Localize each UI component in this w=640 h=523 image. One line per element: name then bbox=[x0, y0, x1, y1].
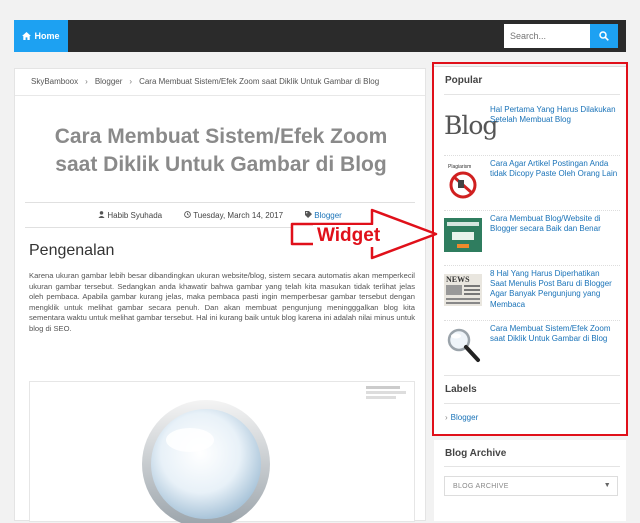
home-button[interactable]: Home bbox=[14, 20, 68, 52]
divider bbox=[25, 202, 415, 203]
post-paragraph: Karena ukuran gambar lebih besar dibandi… bbox=[29, 271, 415, 333]
post-date: Tuesday, March 14, 2017 bbox=[184, 211, 283, 220]
post-date-text: Tuesday, March 14, 2017 bbox=[193, 211, 284, 220]
breadcrumb-home[interactable]: SkyBamboox bbox=[31, 77, 78, 86]
section-heading: Pengenalan bbox=[29, 242, 115, 259]
archive-title: Blog Archive bbox=[445, 448, 507, 459]
breadcrumb-separator-icon: › bbox=[85, 77, 88, 86]
archive-select[interactable]: BLOG ARCHIVE ▼ bbox=[444, 476, 618, 496]
divider bbox=[15, 95, 425, 96]
widget-highlight-frame bbox=[432, 62, 628, 436]
top-nav-bar: Home bbox=[14, 20, 626, 52]
post-image[interactable] bbox=[29, 381, 415, 523]
image-watermark bbox=[366, 386, 406, 399]
search-button[interactable] bbox=[590, 24, 618, 48]
breadcrumb: SkyBamboox › Blogger › Cara Membuat Sistem/E… bbox=[31, 77, 379, 86]
user-icon bbox=[98, 211, 105, 218]
home-icon bbox=[22, 32, 32, 40]
widget-annotation-label: Widget bbox=[313, 225, 385, 247]
breadcrumb-separator-icon: › bbox=[129, 77, 133, 86]
archive-select-value: BLOG ARCHIVE bbox=[453, 482, 509, 490]
search-input[interactable] bbox=[504, 24, 590, 48]
home-label: Home bbox=[34, 31, 60, 41]
breadcrumb-current: Cara Membuat Sistem/Efek Zoom saat Dikli… bbox=[139, 77, 380, 86]
post-title: Cara Membuat Sistem/Efek Zoom saat Dikli… bbox=[54, 125, 388, 176]
breadcrumb-blogger[interactable]: Blogger bbox=[95, 77, 123, 86]
search-icon bbox=[599, 31, 609, 41]
magnifier-image-icon bbox=[142, 400, 270, 523]
clock-icon bbox=[184, 211, 191, 218]
caret-down-icon: ▼ bbox=[603, 482, 611, 489]
divider bbox=[444, 466, 620, 467]
search-form bbox=[504, 24, 618, 48]
post-author-name: Habib Syuhada bbox=[107, 211, 163, 220]
archive-widget: Blog Archive BLOG ARCHIVE ▼ bbox=[434, 440, 626, 521]
post-author[interactable]: Habib Syuhada bbox=[98, 211, 162, 220]
post-container: SkyBamboox › Blogger › Cara Membuat Sistem/E… bbox=[14, 68, 426, 523]
